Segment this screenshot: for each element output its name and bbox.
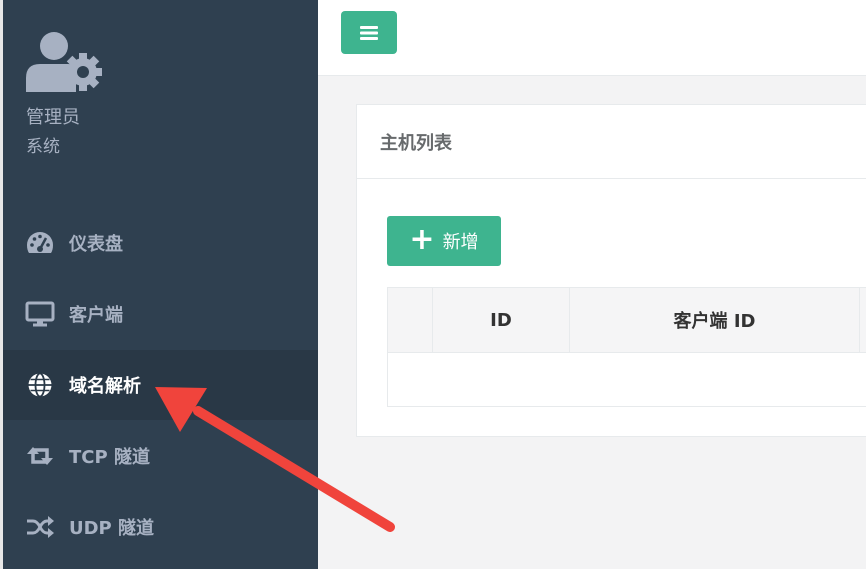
user-name: 管理员: [26, 107, 80, 128]
sidebar: 管理员 系统 仪表盘 客户端 域名解析 TCP 隧道 UDP 隧道: [0, 0, 318, 569]
column-header-client-id[interactable]: 客户端 ID: [570, 288, 860, 352]
column-header-select[interactable]: [388, 288, 433, 352]
sidebar-item-label: 域名解析: [69, 376, 141, 397]
host-table: ID 客户端 ID: [387, 287, 866, 407]
host-list-panel: 主机列表 + 新增 ID 客户端 ID: [356, 104, 866, 437]
table-header: ID 客户端 ID: [388, 288, 866, 353]
panel-header: 主机列表: [357, 105, 866, 179]
menu-toggle-button[interactable]: [341, 11, 397, 54]
sidebar-item-label: TCP 隧道: [69, 447, 150, 468]
top-navbar: [318, 0, 866, 76]
sidebar-item-domains[interactable]: 域名解析: [3, 350, 318, 420]
shuffle-icon: [23, 512, 57, 542]
sidebar-item-clients[interactable]: 客户端: [3, 279, 318, 349]
plus-icon: +: [409, 221, 435, 257]
sidebar-item-label: UDP 隧道: [69, 518, 155, 539]
user-gear-icon: [26, 32, 102, 92]
user-profile: [24, 30, 104, 92]
globe-icon: [23, 370, 57, 400]
sidebar-item-tcp-tunnel[interactable]: TCP 隧道: [3, 421, 318, 491]
column-header-id[interactable]: ID: [433, 288, 570, 352]
hamburger-icon: [360, 25, 378, 40]
dashboard-icon: [23, 228, 57, 258]
sidebar-item-label: 客户端: [69, 305, 123, 326]
panel-title: 主机列表: [380, 132, 452, 154]
sidebar-item-udp-tunnel[interactable]: UDP 隧道: [3, 492, 318, 562]
add-button[interactable]: + 新增: [387, 216, 501, 266]
retweet-icon: [23, 441, 57, 471]
sidebar-item-dashboard[interactable]: 仪表盘: [3, 208, 318, 278]
sidebar-item-label: 仪表盘: [69, 234, 123, 255]
desktop-icon: [23, 299, 57, 329]
user-role: 系统: [26, 137, 60, 157]
add-button-label: 新增: [442, 232, 479, 253]
